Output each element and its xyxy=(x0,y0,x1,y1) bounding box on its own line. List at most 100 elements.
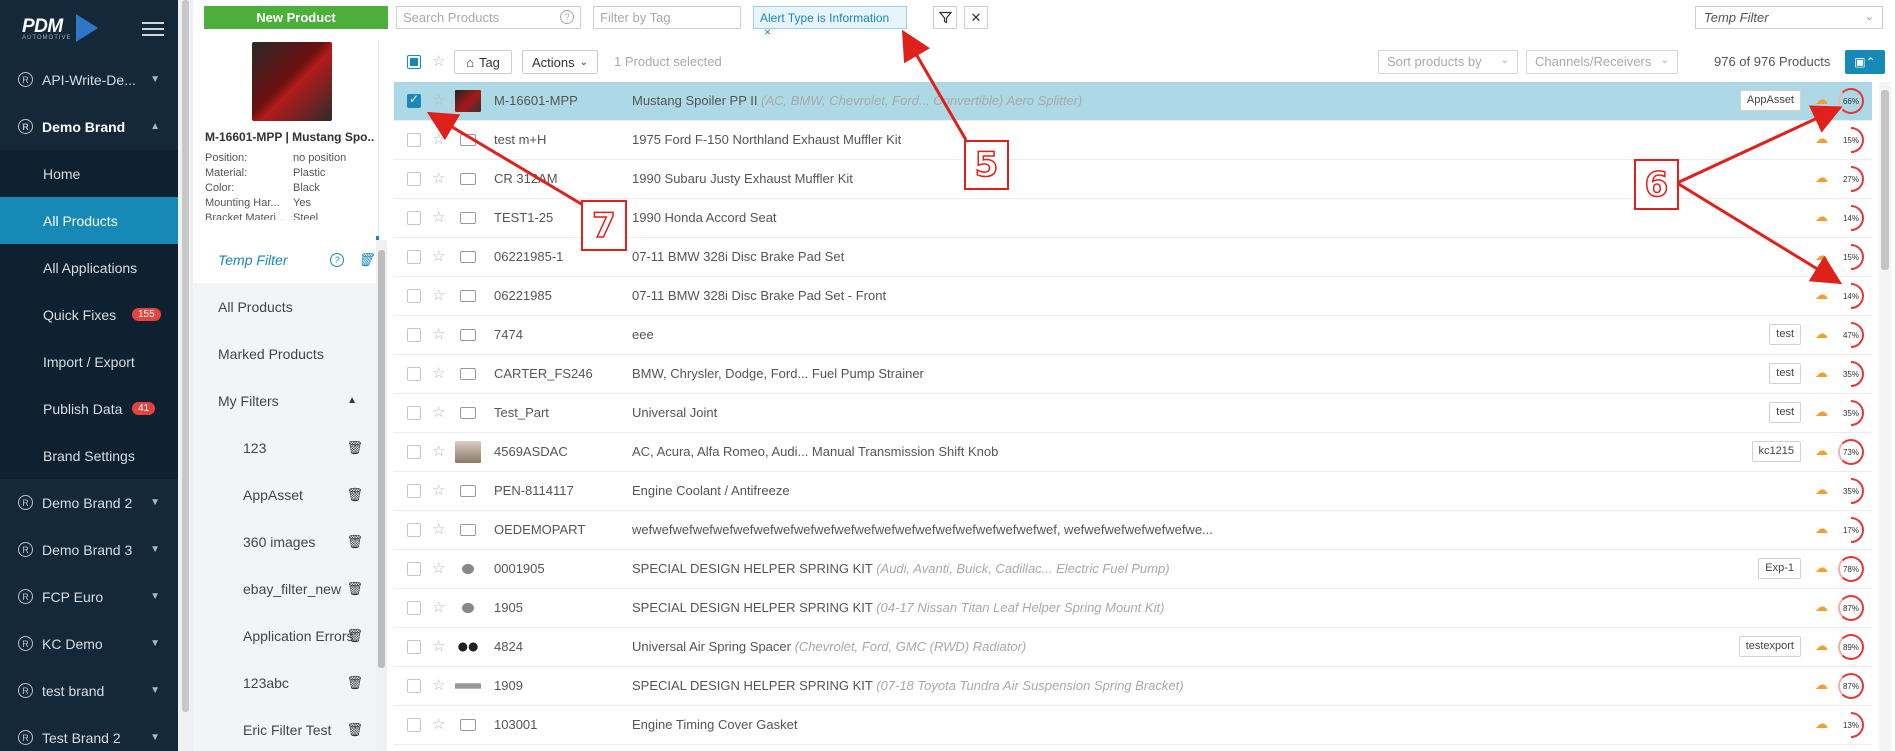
filter-button[interactable] xyxy=(933,6,957,29)
clear-filter-button[interactable]: ✕ xyxy=(964,6,988,29)
search-input[interactable]: Search Products ? xyxy=(396,6,581,29)
product-thumbnail[interactable] xyxy=(455,557,481,581)
cloud-icon[interactable]: ☁ xyxy=(1815,638,1828,654)
completeness-indicator[interactable]: 14% xyxy=(1838,205,1864,231)
product-tag[interactable]: test xyxy=(1769,363,1801,384)
sidebar-brand-13[interactable]: Rtest brand ▼ xyxy=(0,667,178,714)
sidebar-scrollbar[interactable] xyxy=(178,0,193,751)
table-row[interactable]: ☆ Test_Part Universal Joint test ☁ 35% xyxy=(394,394,1872,433)
saved-filter-item[interactable]: Application Errors 🗑 xyxy=(193,612,379,659)
sort-select[interactable]: Sort products by ⌄ xyxy=(1378,50,1518,74)
row-checkbox[interactable] xyxy=(407,211,421,225)
product-tag[interactable]: test xyxy=(1769,324,1801,345)
star-icon[interactable]: ☆ xyxy=(432,247,445,265)
row-checkbox[interactable] xyxy=(407,640,421,654)
cloud-icon[interactable]: ☁ xyxy=(1815,404,1828,420)
row-checkbox[interactable] xyxy=(407,92,421,108)
sidebar-brand-0[interactable]: R API-Write-De... ▼ xyxy=(0,56,178,103)
completeness-indicator[interactable]: 66% xyxy=(1838,88,1864,114)
star-icon[interactable]: ☆ xyxy=(432,403,445,421)
table-row[interactable]: ☆ CARTER_FS246 BMW, Chrysler, Dodge, Ford.… xyxy=(394,355,1872,394)
product-thumbnail[interactable] xyxy=(455,596,481,620)
trash-icon[interactable]: 🗑 xyxy=(346,487,363,503)
sidebar-item-6[interactable]: Import / Export xyxy=(0,338,178,385)
completeness-indicator[interactable]: 13% xyxy=(1838,712,1864,738)
product-thumbnail[interactable] xyxy=(455,284,481,308)
sidebar-item-3[interactable]: All Products xyxy=(0,197,178,244)
grid-scrollbar[interactable] xyxy=(1879,82,1891,751)
cloud-icon[interactable]: ☁ xyxy=(1815,443,1828,459)
completeness-indicator[interactable]: 35% xyxy=(1838,478,1864,504)
completeness-indicator[interactable]: 14% xyxy=(1838,283,1864,309)
product-thumbnail[interactable] xyxy=(455,206,481,230)
cloud-icon[interactable]: ☁ xyxy=(1815,677,1828,693)
table-row[interactable]: ☆ 4569ASDAC AC, Acura, Alfa Romeo, Audi...… xyxy=(394,433,1872,472)
sidebar-item-7[interactable]: Publish Data 41 xyxy=(0,385,178,432)
trash-icon[interactable]: 🗑 xyxy=(346,534,363,550)
cloud-icon[interactable]: ☁ xyxy=(1815,131,1828,147)
row-checkbox[interactable] xyxy=(407,133,421,147)
trash-icon[interactable]: 🗑 xyxy=(346,581,363,597)
product-thumbnail[interactable] xyxy=(455,245,481,269)
product-tag[interactable]: AppAsset xyxy=(1739,90,1801,111)
product-thumbnail[interactable] xyxy=(455,401,481,425)
product-tag[interactable]: Exp-1 xyxy=(1758,558,1801,579)
star-icon[interactable]: ☆ xyxy=(432,481,445,499)
star-icon[interactable]: ☆ xyxy=(432,208,445,226)
sidebar-brand-11[interactable]: R FCP Euro ▼ xyxy=(0,573,178,620)
row-checkbox[interactable] xyxy=(407,523,421,537)
row-checkbox[interactable] xyxy=(407,289,421,303)
table-row[interactable]: ☆ 7474 eee test ☁ 47% xyxy=(394,316,1872,355)
star-icon[interactable]: ☆ xyxy=(432,286,445,304)
cloud-icon[interactable]: ☁ xyxy=(1815,482,1828,498)
product-thumbnail[interactable] xyxy=(455,128,481,152)
trash-icon[interactable]: 🗑 xyxy=(346,628,363,644)
product-image[interactable] xyxy=(252,42,332,121)
temp-filter-select[interactable]: Temp Filter ⌄ xyxy=(1695,6,1883,29)
cloud-icon[interactable]: ☁ xyxy=(1815,170,1828,186)
star-icon[interactable]: ☆ xyxy=(432,559,445,577)
active-filter-chip[interactable]: Alert Type is Information × xyxy=(753,6,907,39)
star-icon[interactable]: ☆ xyxy=(432,130,445,148)
product-thumbnail[interactable] xyxy=(455,518,481,542)
help-icon[interactable]: ? xyxy=(560,10,574,24)
row-checkbox[interactable] xyxy=(407,172,421,186)
row-checkbox[interactable] xyxy=(407,562,421,576)
product-thumbnail[interactable] xyxy=(455,362,481,386)
select-all-checkbox[interactable] xyxy=(407,55,421,69)
sidebar-brand-9[interactable]: R Demo Brand 2 ▼ xyxy=(0,479,178,526)
saved-filter-item[interactable]: 123abc 🗑 xyxy=(193,659,379,706)
cloud-icon[interactable]: ☁ xyxy=(1815,599,1828,615)
sidebar-brand-12[interactable]: R KC Demo ▼ xyxy=(0,620,178,667)
star-icon[interactable]: ☆ xyxy=(432,715,445,733)
sidebar-item-2[interactable]: Home xyxy=(0,150,178,197)
sidebar-item-5[interactable]: Quick Fixes 155 xyxy=(0,291,178,338)
tag-filter-input[interactable]: Filter by Tag xyxy=(593,6,741,29)
sidebar-brand-10[interactable]: R Demo Brand 3 ▼ xyxy=(0,526,178,573)
table-row[interactable]: ☆ 0001905 SPECIAL DESIGN HELPER SPRING KIT… xyxy=(394,550,1872,589)
star-icon[interactable]: ☆ xyxy=(432,91,445,109)
help-icon[interactable]: ? xyxy=(330,252,344,267)
cloud-icon[interactable]: ☁ xyxy=(1815,287,1828,303)
sidebar-brand-14[interactable]: R Test Brand 2 ▼ xyxy=(0,714,178,751)
table-row[interactable]: ☆ M-16601-MPP Mustang Spoiler PP II (AC, B… xyxy=(394,82,1872,121)
cloud-icon[interactable]: ☁ xyxy=(1815,560,1828,576)
row-checkbox[interactable] xyxy=(407,250,421,264)
product-tag[interactable]: kc1215 xyxy=(1751,441,1801,462)
nav-all-products[interactable]: All Products xyxy=(193,283,379,330)
star-icon[interactable]: ☆ xyxy=(432,364,445,382)
completeness-indicator[interactable]: 17% xyxy=(1838,517,1864,543)
star-icon[interactable]: ☆ xyxy=(432,598,445,616)
product-thumbnail[interactable] xyxy=(455,713,481,737)
nav-temp-filter[interactable]: Temp Filter ? 🗑 xyxy=(193,236,379,283)
product-thumbnail[interactable] xyxy=(455,674,481,698)
table-row[interactable]: ☆ 06221985 07-11 BMW 328i Disc Brake Pad S… xyxy=(394,277,1872,316)
tag-button[interactable]: ⌂ Tag xyxy=(454,50,512,74)
nav-marked-products[interactable]: Marked Products xyxy=(193,330,379,377)
table-row[interactable]: ☆ 4824 Universal Air Spring Spacer (Chevro… xyxy=(394,628,1872,667)
trash-icon[interactable]: 🗑 xyxy=(346,440,363,456)
table-row[interactable]: ☆ OEDEMOPART wefwefwefwefwefwefwefwefwefwe… xyxy=(394,511,1872,550)
row-checkbox[interactable] xyxy=(407,718,421,732)
completeness-indicator[interactable]: 47% xyxy=(1838,322,1864,348)
nav-my-filters[interactable]: My Filters ▲ xyxy=(193,377,379,424)
